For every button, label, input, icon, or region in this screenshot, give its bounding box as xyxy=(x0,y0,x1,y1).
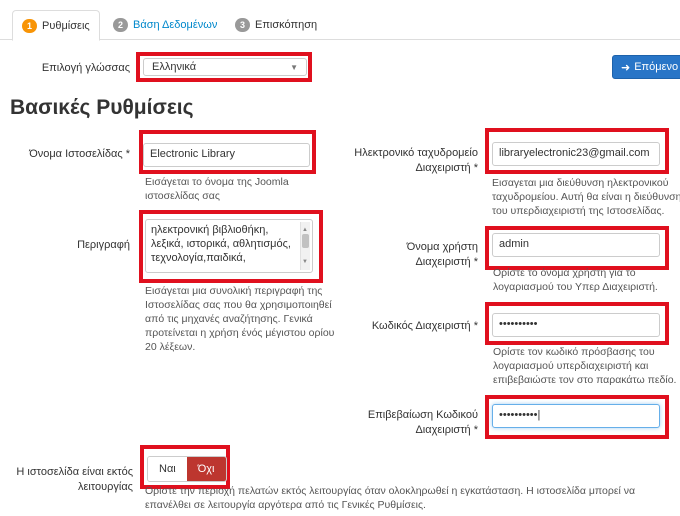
tab-label: Βάση Δεδομένων xyxy=(133,19,218,31)
site-name-input[interactable]: Electronic Library xyxy=(143,143,310,167)
admin-username-input[interactable]: admin xyxy=(492,233,660,257)
tab-number-badge: 1 xyxy=(22,18,37,33)
admin-username-label: Όνομα χρήστη Διαχειριστή * xyxy=(406,241,478,268)
admin-email-label: Ηλεκτρονικό ταχυδρομείο Διαχειριστή * xyxy=(354,147,478,174)
tab-database[interactable]: 2 Βάση Δεδομένων xyxy=(104,10,226,40)
admin-email-input[interactable]: libraryelectronic23@gmail.com xyxy=(492,142,660,166)
scroll-down-icon: ▼ xyxy=(302,259,308,265)
text-cursor: | xyxy=(537,409,541,421)
next-button-label: Επόμενο xyxy=(634,61,679,73)
arrow-right-icon: ➜ xyxy=(621,61,631,74)
site-name-label: Όνομα Ιστοσελίδας * xyxy=(29,148,130,160)
tab-settings[interactable]: 1 Ρυθμίσεις xyxy=(12,10,100,41)
offline-no-button[interactable]: Όχι xyxy=(186,457,226,481)
admin-password-help: Ορίστε τον κωδικό πρόσβασης του λογαριασ… xyxy=(493,346,677,386)
next-button[interactable]: ➜ Επόμενο xyxy=(612,55,680,79)
confirm-password-input[interactable]: ••••••••••| xyxy=(492,404,660,428)
offline-yes-button[interactable]: Ναι xyxy=(148,457,187,481)
description-help: Εισάγεται μια συνολική περιγραφή της Ιστ… xyxy=(145,285,335,353)
tab-number-badge: 3 xyxy=(235,18,250,32)
tab-label: Επισκόπηση xyxy=(255,19,318,31)
tab-number-badge: 2 xyxy=(113,18,128,32)
page-title: Βασικές Ρυθμίσεις xyxy=(10,96,194,119)
chevron-down-icon: ▼ xyxy=(290,62,298,72)
confirm-password-label: Επιβεβαίωση Κωδικού Διαχειριστή * xyxy=(367,409,478,436)
language-select[interactable]: Ελληνικά ▼ xyxy=(143,58,307,76)
offline-help: Ορίστε την περιοχή πελατών εκτός λειτουρ… xyxy=(145,485,636,511)
tab-bar xyxy=(0,0,680,40)
admin-password-label: Κωδικός Διαχειριστή * xyxy=(371,320,478,332)
description-textarea[interactable]: ηλεκτρονική βιβλιοθήκη, λεξικά, ιστορικά… xyxy=(145,219,313,273)
site-name-help: Εισάγεται το όνομα της Joomla ιστοσελίδα… xyxy=(145,176,289,202)
admin-email-help: Εισαγεται μια διεύθυνση ηλεκτρονικού ταχ… xyxy=(492,177,680,217)
scrollbar-thumb[interactable] xyxy=(302,234,309,248)
confirm-password-value: •••••••••• xyxy=(499,409,538,421)
offline-toggle[interactable]: Ναι Όχι xyxy=(147,456,227,482)
tab-label: Ρυθμίσεις xyxy=(42,19,90,32)
language-label: Επιλογή γλώσσας xyxy=(41,62,130,74)
offline-label: Η ιστοσελίδα είναι εκτός λειτουργίας xyxy=(16,466,133,493)
admin-password-input[interactable]: •••••••••• xyxy=(492,313,660,337)
tab-overview[interactable]: 3 Επισκόπηση xyxy=(226,10,326,40)
language-value: Ελληνικά xyxy=(152,61,197,73)
textarea-scrollbar[interactable]: ▲ ▼ xyxy=(300,222,310,270)
description-label: Περιγραφή xyxy=(77,239,130,251)
admin-username-help: Ορίστε το όνομα χρήστη για το λογαριασμο… xyxy=(493,267,658,293)
